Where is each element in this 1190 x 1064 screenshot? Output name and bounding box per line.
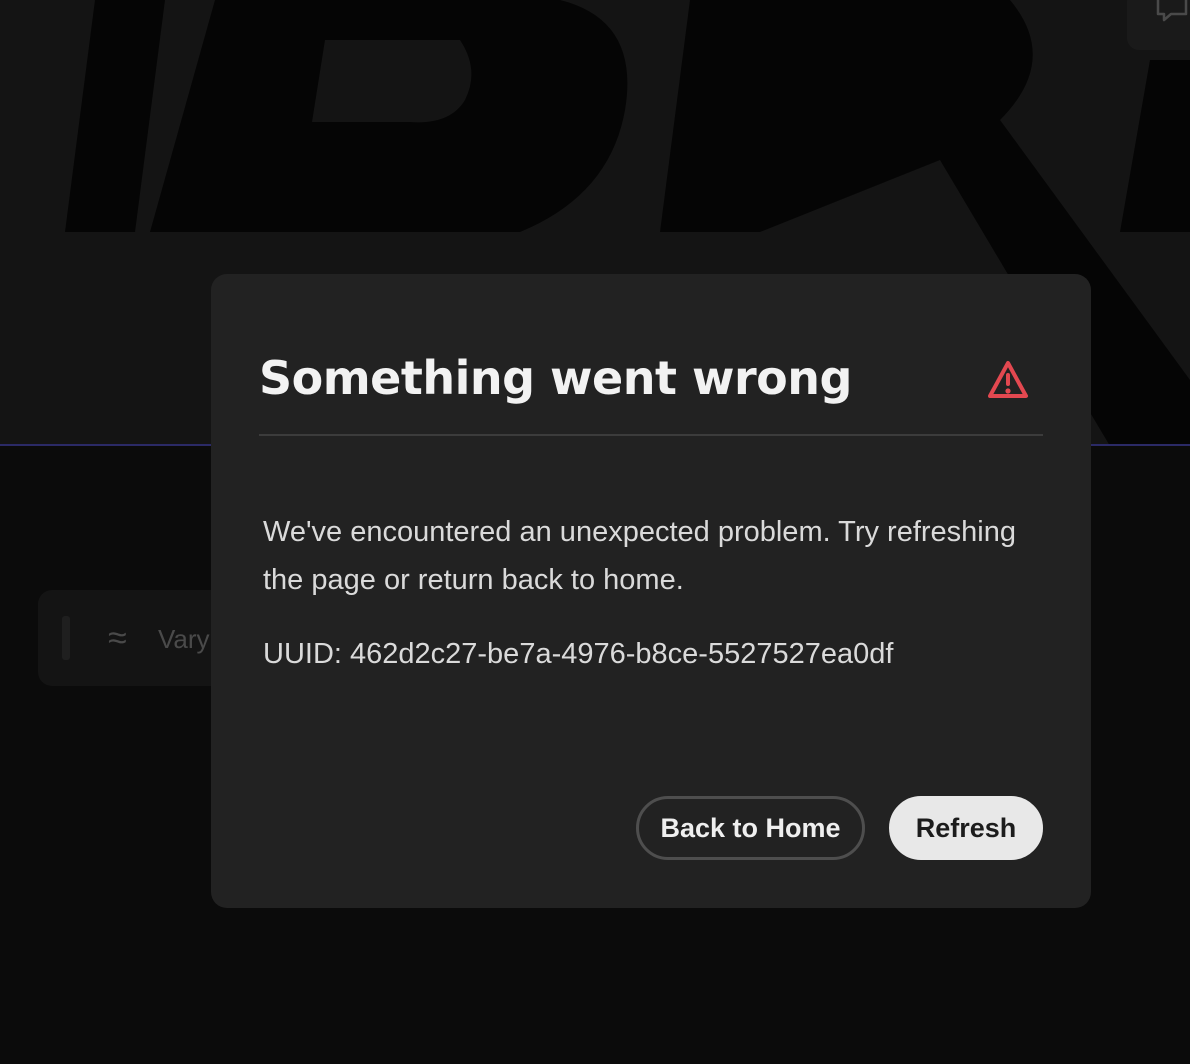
vary-icon: ≈ — [108, 619, 127, 657]
error-dialog: Something went wrong We've encountered a… — [211, 274, 1091, 908]
back-to-home-button[interactable]: Back to Home — [636, 796, 865, 860]
error-uuid: UUID: 462d2c27-be7a-4976-b8ce-5527527ea0… — [263, 638, 894, 670]
dialog-title: Something went wrong — [259, 351, 852, 405]
dialog-body: We've encountered an unexpected problem.… — [263, 508, 1043, 674]
alert-icon — [988, 361, 1028, 398]
feedback-icon — [1156, 0, 1188, 22]
refresh-button[interactable]: Refresh — [889, 796, 1043, 860]
dialog-header: Something went wrong — [259, 342, 1043, 436]
error-message: We've encountered an unexpected problem.… — [263, 516, 1016, 596]
feedback-button[interactable] — [1127, 0, 1190, 50]
vary-label[interactable]: Vary — [158, 623, 210, 655]
app-page: ≈ Vary Something went wrong We've encoun… — [0, 0, 1190, 1064]
drag-handle[interactable] — [62, 616, 70, 660]
